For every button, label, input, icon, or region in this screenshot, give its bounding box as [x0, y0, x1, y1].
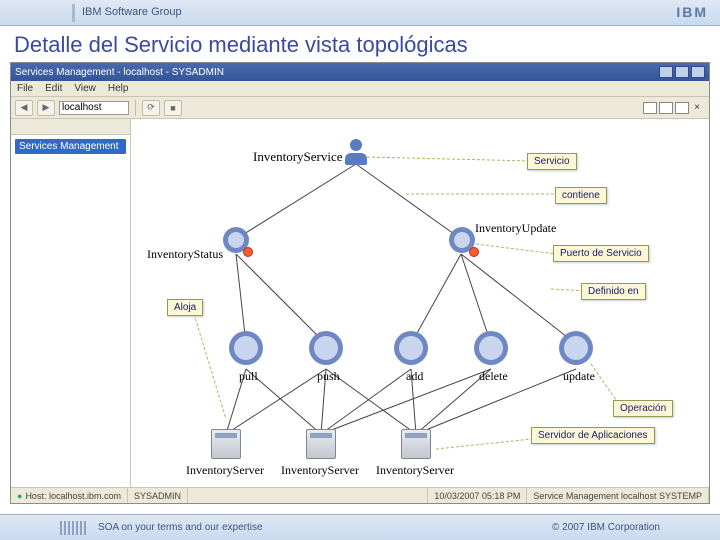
server-3-label: InventoryServer: [376, 463, 454, 478]
navigator-tab[interactable]: [11, 119, 130, 135]
app-window: Services Management - localhost - SYSADM…: [10, 62, 710, 504]
status-host: Host: localhost.ibm.com: [11, 488, 128, 503]
status-timestamp: 10/03/2007 05:18 PM: [428, 488, 527, 503]
operation-add-label: add: [406, 369, 423, 384]
view-mode-2-button[interactable]: [659, 102, 673, 114]
footer-bars-icon: [60, 521, 86, 535]
service-name: InventoryService: [253, 149, 343, 165]
service-icon[interactable]: [343, 139, 369, 165]
server-1-icon[interactable]: [211, 429, 241, 459]
header-accent-bar: [72, 4, 75, 22]
nav-forward-button[interactable]: ▶: [37, 100, 55, 116]
window-minimize-button[interactable]: [659, 66, 673, 78]
navigator-sidebar: Services Management: [11, 119, 131, 487]
operation-add-icon[interactable]: [394, 331, 428, 365]
window-close-button[interactable]: [691, 66, 705, 78]
menu-edit[interactable]: Edit: [45, 83, 62, 94]
refresh-button[interactable]: ⟳: [142, 100, 160, 116]
callout-aloja: Aloja: [167, 299, 203, 316]
slide-title: Detalle del Servicio mediante vista topo…: [0, 26, 720, 60]
server-1-label: InventoryServer: [186, 463, 264, 478]
callout-servicio: Servicio: [527, 153, 577, 170]
toolbar: ◀ ▶ ⟳ ■ ×: [11, 97, 709, 119]
view-mode-3-button[interactable]: [675, 102, 689, 114]
workarea: Services Management: [11, 119, 709, 487]
operation-delete-label: delete: [479, 369, 508, 384]
server-2-icon[interactable]: [306, 429, 336, 459]
status-bar: Host: localhost.ibm.com SYSADMIN 10/03/2…: [11, 487, 709, 503]
operation-pull-icon[interactable]: [229, 331, 263, 365]
operation-update-label: update: [563, 369, 595, 384]
server-3-icon[interactable]: [401, 429, 431, 459]
ibm-logo: IBM: [676, 4, 708, 20]
software-group-label: IBM Software Group: [82, 6, 182, 18]
nav-back-button[interactable]: ◀: [15, 100, 33, 116]
callout-servidor-app: Servidor de Aplicaciones: [531, 427, 655, 444]
port-inventorystatus-icon[interactable]: [223, 227, 249, 253]
view-switcher: ×: [643, 102, 705, 114]
port-inventorystatus-label: InventoryStatus: [147, 247, 223, 262]
port-inventoryupdate-icon[interactable]: [449, 227, 475, 253]
address-input[interactable]: [59, 101, 129, 115]
window-title: Services Management - localhost - SYSADM…: [15, 67, 224, 78]
footer-copyright: © 2007 IBM Corporation: [552, 522, 660, 533]
callout-definido: Definido en: [581, 283, 646, 300]
panel-close-button[interactable]: ×: [691, 102, 703, 114]
topology-canvas[interactable]: InventoryService InventoryStatus Invento…: [131, 119, 709, 487]
menu-view[interactable]: View: [74, 83, 96, 94]
port-inventoryupdate-label: InventoryUpdate: [475, 221, 556, 236]
slide-footer: SOA on your terms and our expertise © 20…: [0, 514, 720, 540]
status-context: Service Management localhost SYSTEMP: [527, 488, 709, 503]
window-titlebar[interactable]: Services Management - localhost - SYSADM…: [11, 63, 709, 81]
window-maximize-button[interactable]: [675, 66, 689, 78]
slide-header: IBM Software Group IBM: [0, 0, 720, 26]
navigator-root-node[interactable]: Services Management: [15, 139, 126, 154]
operation-push-icon[interactable]: [309, 331, 343, 365]
callout-contiene: contiene: [555, 187, 607, 204]
callout-operacion: Operación: [613, 400, 673, 417]
operation-push-label: push: [317, 369, 340, 384]
operation-delete-icon[interactable]: [474, 331, 508, 365]
callout-puerto: Puerto de Servicio: [553, 245, 649, 262]
footer-tagline: SOA on your terms and our expertise: [98, 522, 263, 533]
stop-button[interactable]: ■: [164, 100, 182, 116]
menubar: File Edit View Help: [11, 81, 709, 97]
operation-pull-label: pull: [239, 369, 258, 384]
status-user: SYSADMIN: [128, 488, 188, 503]
menu-file[interactable]: File: [17, 83, 33, 94]
menu-help[interactable]: Help: [108, 83, 129, 94]
view-mode-1-button[interactable]: [643, 102, 657, 114]
operation-update-icon[interactable]: [559, 331, 593, 365]
server-2-label: InventoryServer: [281, 463, 359, 478]
